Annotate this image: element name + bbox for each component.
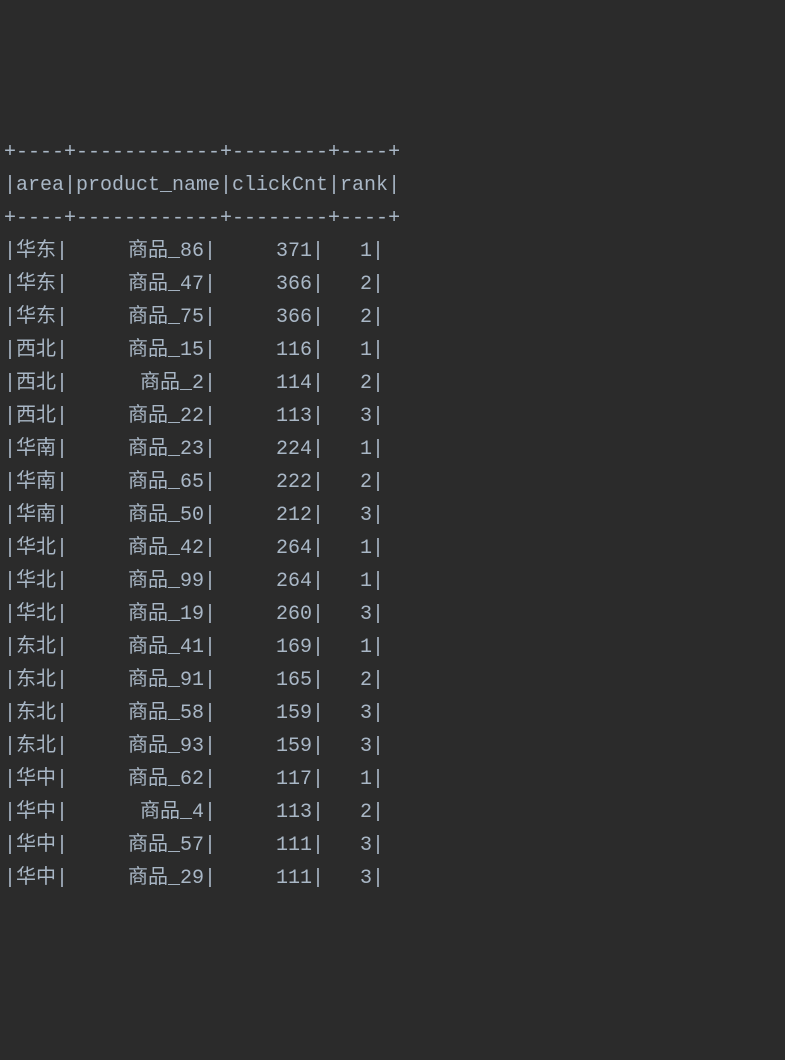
table-body: |华东| 商品_86| 371| 1| |华东| 商品_47| 366| 2| … — [4, 240, 384, 890]
table-header: |area|product_name|clickCnt|rank| — [4, 174, 400, 197]
table-border-top: +----+------------+--------+----+ — [4, 141, 400, 164]
table-border-mid: +----+------------+--------+----+ — [4, 207, 400, 230]
terminal-output: +----+------------+--------+----+ |area|… — [0, 132, 785, 895]
